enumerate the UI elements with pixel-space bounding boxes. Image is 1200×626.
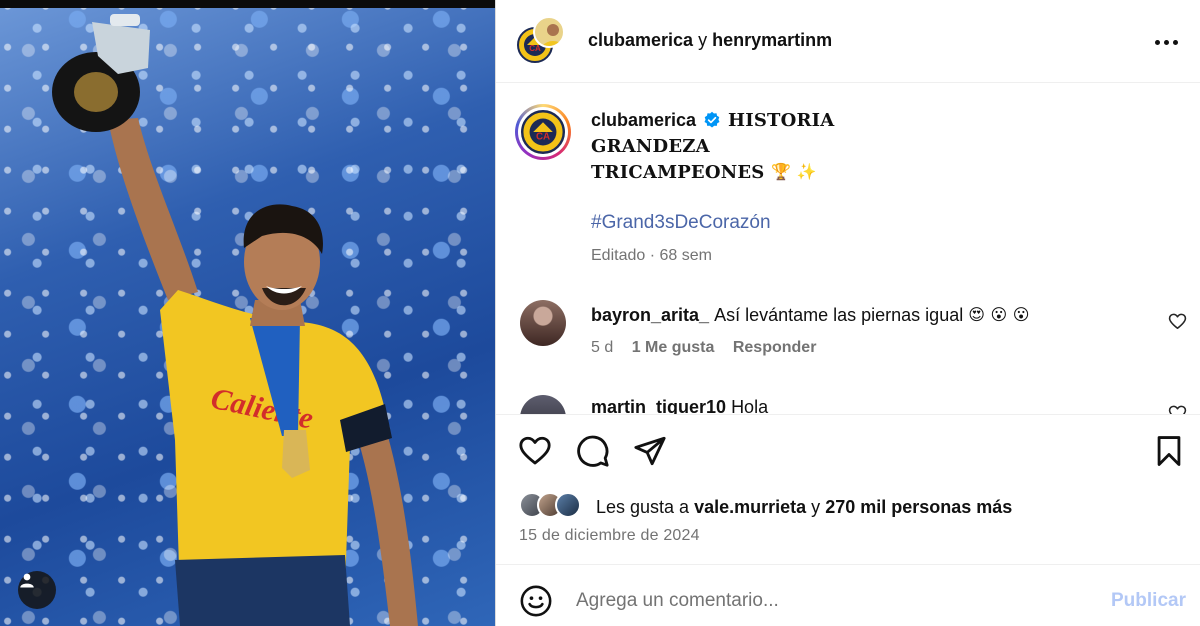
comment-emojis: 😍 😮 😮 (968, 305, 1030, 324)
caption-line-2: GRANDEZA (591, 136, 710, 157)
henrymartinm-avatar[interactable] (533, 16, 565, 48)
likes-prefix: Les gusta a (596, 497, 690, 517)
account-secondary-link[interactable]: henrymartinm (712, 30, 832, 50)
liked-by-avatars[interactable] (519, 492, 591, 520)
caption-username[interactable]: clubamerica (591, 110, 696, 131)
post-accounts: clubamerica y henrymartinm (588, 30, 832, 51)
comment-heart-icon[interactable] (1168, 404, 1187, 414)
caption-age[interactable]: 68 sem (660, 247, 712, 264)
post-photo[interactable]: Caliente (0, 0, 495, 626)
player-illustration: Caliente (52, 14, 418, 626)
account-primary-link[interactable]: clubamerica (588, 30, 693, 50)
tagged-user-button[interactable] (18, 571, 56, 609)
bookmark-icon[interactable] (1152, 434, 1186, 468)
liked-by-user-link[interactable]: vale.murrieta (694, 497, 806, 517)
caption-avatar[interactable]: CA (515, 104, 571, 160)
add-comment-bar: Publicar (496, 564, 1200, 626)
person-icon (20, 573, 34, 588)
comment-username[interactable]: martin_tiguer10 (591, 397, 726, 414)
accounts-joiner: y (698, 30, 708, 50)
edited-label: Editado (591, 247, 646, 264)
club-crest-icon: CA (521, 110, 565, 154)
caption-line-3-text: TRICAMPEONES (591, 162, 765, 183)
likes-joiner: y (811, 497, 821, 517)
likes-summary: Les gusta a vale.murrieta y 270 mil pers… (596, 497, 1012, 518)
comment-input[interactable] (576, 585, 1076, 617)
caption-line-1: HISTORIA (728, 110, 835, 131)
post-header: CA clubamerica y henrymartinm (496, 0, 1200, 83)
comments-scroll-area[interactable]: CA clubamerica HISTORIA GRANDEZA TRICAMP… (496, 84, 1200, 414)
comment-text: Hola (731, 397, 769, 414)
svg-text:CA: CA (536, 131, 550, 142)
comment-row: martin_tiguer10 Hola (591, 397, 768, 414)
likes-others-link[interactable]: 270 mil personas más (825, 497, 1012, 517)
comment-heart-icon[interactable] (1168, 312, 1187, 331)
comment-meta: 5 d 1 Me gusta Responder (591, 339, 816, 357)
post-side-panel: CA clubamerica y henrymartinm CA clubame… (495, 0, 1200, 626)
comment-avatar[interactable] (520, 395, 566, 414)
meta-separator: · (649, 247, 656, 264)
comment-row: bayron_arita_ Así levántame las piernas … (591, 305, 1029, 326)
reply-button[interactable]: Responder (733, 339, 817, 356)
caption-emojis: 🏆 ✨ (770, 162, 817, 181)
trophy-icon (52, 14, 150, 132)
emoji-icon[interactable] (519, 584, 553, 618)
comment-icon[interactable] (576, 434, 610, 468)
caption-hashtag-link[interactable]: #Grand3sDeCorazón (591, 212, 771, 234)
comment-username[interactable]: bayron_arita_ (591, 305, 709, 325)
publish-button[interactable]: Publicar (1111, 590, 1186, 612)
post-date[interactable]: 15 de diciembre de 2024 (519, 527, 700, 545)
caption-line-3: TRICAMPEONES 🏆 ✨ (591, 162, 817, 183)
comment-text: Así levántame las piernas igual (714, 305, 964, 325)
heart-icon[interactable] (518, 434, 552, 468)
comment-age[interactable]: 5 d (591, 339, 613, 356)
verified-badge-icon (704, 111, 720, 128)
paper-plane-icon[interactable] (633, 434, 667, 468)
comment-avatar[interactable] (520, 300, 566, 346)
comment-likes-link[interactable]: 1 Me gusta (632, 339, 715, 356)
ellipsis-icon[interactable] (1150, 28, 1182, 56)
post-actions: Les gusta a vale.murrieta y 270 mil pers… (496, 414, 1200, 564)
caption-meta: Editado · 68 sem (591, 247, 712, 265)
